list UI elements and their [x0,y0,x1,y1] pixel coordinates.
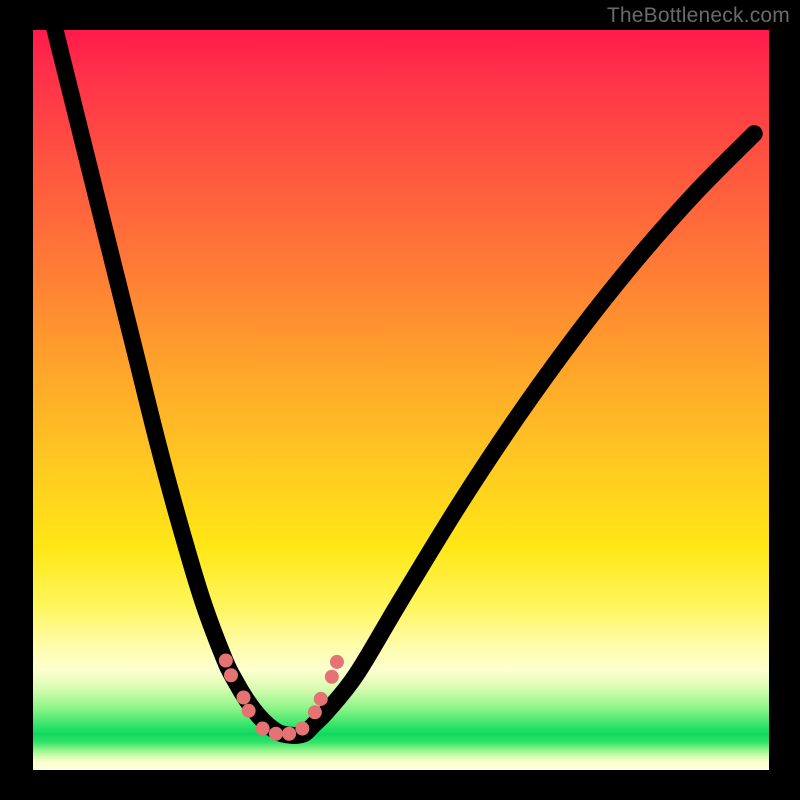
highlight-dot [242,704,256,718]
highlight-dot [269,727,283,741]
highlight-dot [219,653,233,667]
highlight-dot [330,655,344,669]
highlight-dot [325,670,339,684]
chart-stage: TheBottleneck.com [0,0,800,800]
bottleneck-curve [48,0,755,735]
curve-layer [33,30,769,770]
highlight-dot [308,705,322,719]
plot-area [33,30,769,770]
highlight-dot [295,722,309,736]
highlight-dot [224,668,238,682]
watermark-text: TheBottleneck.com [607,4,790,28]
highlight-dot [237,690,251,704]
highlight-dot [314,692,328,706]
highlight-dot [282,727,296,741]
highlight-dot [256,722,270,736]
